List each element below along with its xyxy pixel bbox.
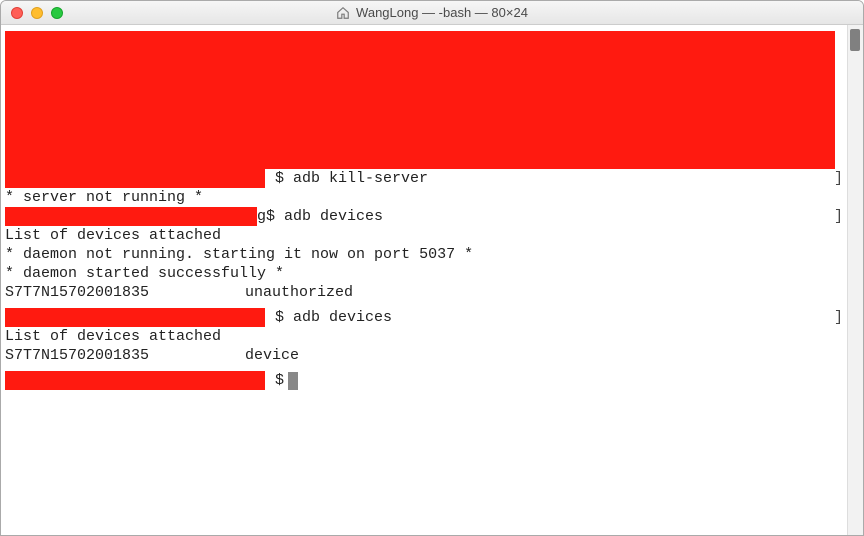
redacted-inline bbox=[5, 371, 265, 390]
home-icon bbox=[336, 6, 350, 20]
device-id: S7T7N15702001835 bbox=[5, 346, 245, 365]
output-line: * daemon started successfully * bbox=[1, 264, 847, 283]
scrollbar[interactable] bbox=[847, 25, 863, 535]
prompt-line: $ bbox=[1, 371, 847, 390]
window-title-text: WangLong — -bash — 80×24 bbox=[356, 5, 528, 20]
cursor bbox=[288, 372, 298, 390]
zoom-button[interactable] bbox=[51, 7, 63, 19]
prompt-symbol: $ bbox=[275, 371, 284, 390]
output-line: * server not running * bbox=[1, 188, 847, 207]
output-line: S7T7N15702001835 unauthorized bbox=[1, 283, 847, 302]
minimize-button[interactable] bbox=[31, 7, 43, 19]
device-id: S7T7N15702001835 bbox=[5, 283, 245, 302]
scroll-thumb[interactable] bbox=[850, 29, 860, 51]
terminal-window: WangLong — -bash — 80×24 $ adb kill-serv… bbox=[0, 0, 864, 536]
terminal-body[interactable]: $ adb kill-server ] * server not running… bbox=[1, 25, 847, 535]
line-end-bracket: ] bbox=[834, 207, 843, 226]
line-end-bracket: ] bbox=[834, 308, 843, 327]
line-end-bracket: ] bbox=[834, 169, 843, 188]
redacted-block bbox=[5, 31, 835, 169]
output-line: S7T7N15702001835 device bbox=[1, 346, 847, 365]
prompt-prefix: g bbox=[257, 207, 266, 226]
redacted-inline bbox=[5, 207, 257, 226]
window-title: WangLong — -bash — 80×24 bbox=[336, 5, 528, 20]
command-text: $ adb devices bbox=[266, 207, 383, 226]
prompt-line: $ adb kill-server ] bbox=[1, 169, 847, 188]
window-controls bbox=[11, 7, 63, 19]
output-line: List of devices attached bbox=[1, 226, 847, 245]
titlebar[interactable]: WangLong — -bash — 80×24 bbox=[1, 1, 863, 25]
command-text: $ adb devices bbox=[275, 308, 392, 327]
output-line: List of devices attached bbox=[1, 327, 847, 346]
close-button[interactable] bbox=[11, 7, 23, 19]
command-text: $ adb kill-server bbox=[275, 169, 428, 188]
prompt-line: g $ adb devices ] bbox=[1, 207, 847, 226]
output-line: * daemon not running. starting it now on… bbox=[1, 245, 847, 264]
device-status: unauthorized bbox=[245, 283, 353, 302]
device-status: device bbox=[245, 346, 299, 365]
redacted-inline bbox=[5, 308, 265, 327]
redacted-inline bbox=[5, 169, 265, 188]
prompt-line: $ adb devices ] bbox=[1, 308, 847, 327]
